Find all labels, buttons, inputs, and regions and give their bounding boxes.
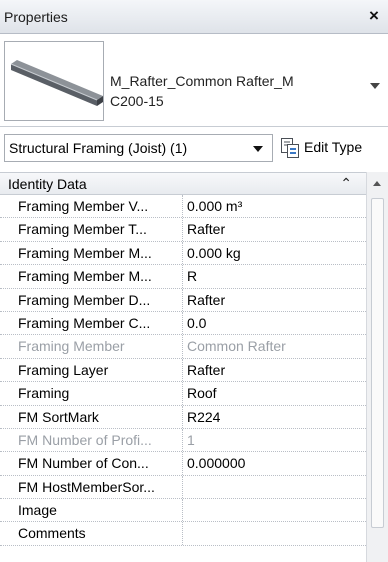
property-name: Framing Member D... <box>18 291 151 308</box>
column-divider <box>182 265 183 288</box>
edit-type-button[interactable]: Edit Type <box>276 134 384 162</box>
property-name: FM HostMemberSor... <box>18 478 155 495</box>
property-row[interactable]: Framing Roof <box>0 382 366 406</box>
property-rows: Framing Member V... 0.000 m³ Framing Membe… <box>0 195 366 546</box>
column-divider <box>182 428 183 452</box>
property-name: FM Number of Con... <box>18 455 149 472</box>
property-row[interactable]: Framing Member D... Rafter <box>0 288 366 312</box>
property-value[interactable]: Common Rafter <box>187 338 362 354</box>
column-divider <box>182 452 183 475</box>
property-name: Framing <box>18 385 70 402</box>
property-row[interactable]: Framing Member C... 0.0 <box>0 311 366 336</box>
property-row[interactable]: FM Number of Profi... 1 <box>0 428 366 453</box>
column-divider <box>182 195 183 218</box>
column-divider <box>182 522 183 545</box>
column-divider <box>182 358 183 382</box>
chevron-down-icon[interactable] <box>253 146 263 152</box>
property-value[interactable]: Rafter <box>187 292 362 308</box>
property-name: FM Number of Profi... <box>18 431 152 448</box>
chevron-down-icon[interactable] <box>370 83 380 89</box>
double-chevron-up-icon[interactable]: ⌃ <box>340 175 352 192</box>
property-value[interactable]: Rafter <box>187 221 362 237</box>
filter-row: Structural Framing (Joist) (1) Edit Type <box>0 128 388 170</box>
property-value[interactable]: R224 <box>187 409 362 425</box>
property-row[interactable]: Image <box>0 499 366 523</box>
property-name: Framing Layer <box>18 361 109 378</box>
property-name: Framing Member M... <box>18 244 152 261</box>
property-name: Framing Member M... <box>18 268 152 285</box>
group-label: Identity Data <box>8 176 87 192</box>
property-row[interactable]: FM Number of Con... 0.000000 <box>0 452 366 476</box>
column-divider <box>182 288 183 311</box>
type-name-line1: M_Rafter_Common Rafter_M <box>110 73 294 89</box>
edit-type-label: Edit Type <box>304 139 363 155</box>
property-row[interactable]: Framing Member Common Rafter <box>0 335 366 359</box>
property-row[interactable]: FM HostMemberSor... <box>0 475 366 500</box>
column-divider <box>182 405 183 428</box>
property-value[interactable]: 0.000 m³ <box>187 198 362 214</box>
property-row[interactable]: Framing Layer Rafter <box>0 358 366 383</box>
property-name: Comments <box>18 525 86 542</box>
property-value[interactable]: 0.000 kg <box>187 245 362 261</box>
property-value[interactable]: 1 <box>187 432 362 448</box>
close-icon[interactable]: × <box>364 6 384 26</box>
vertical-scrollbar[interactable] <box>366 172 388 562</box>
property-value[interactable]: 0.0 <box>187 315 362 331</box>
scrollbar-thumb[interactable] <box>371 198 384 528</box>
property-row[interactable]: Framing Member T... Rafter <box>0 218 366 242</box>
property-row[interactable]: Comments <box>0 522 366 546</box>
property-name: Framing Member <box>18 338 125 355</box>
steel-beam-icon <box>4 41 104 121</box>
property-value[interactable]: Rafter <box>187 362 362 378</box>
property-value[interactable]: 0.000000 <box>187 455 362 471</box>
property-name: Framing Member V... <box>18 198 149 214</box>
property-value[interactable]: R <box>187 268 362 284</box>
edit-type-icon <box>280 137 300 162</box>
column-divider <box>182 335 183 358</box>
properties-titlebar: Properties × <box>0 0 388 34</box>
selection-filter-value: Structural Framing (Joist) (1) <box>9 140 188 156</box>
property-row[interactable]: Framing Member M... 0.000 kg <box>0 241 366 266</box>
property-row[interactable]: Framing Member M... R <box>0 265 366 289</box>
properties-grid: Identity Data ⌃ Framing Member V... 0.000… <box>0 172 366 562</box>
column-divider <box>182 499 183 522</box>
type-selector[interactable]: M_Rafter_Common Rafter_M C200-15 <box>0 35 388 127</box>
property-value[interactable]: Roof <box>187 385 362 401</box>
column-divider <box>182 218 183 241</box>
selection-filter-dropdown[interactable]: Structural Framing (Joist) (1) <box>4 134 273 162</box>
property-name: Image <box>18 502 57 519</box>
scroll-up-arrow-icon[interactable] <box>373 181 381 186</box>
column-divider <box>182 382 183 405</box>
column-divider <box>182 311 183 335</box>
column-divider <box>182 241 183 265</box>
property-row[interactable]: Framing Member V... 0.000 m³ <box>0 195 366 219</box>
property-name: Framing Member T... <box>18 221 147 238</box>
type-name: M_Rafter_Common Rafter_M C200-15 <box>110 71 340 111</box>
group-identity-data[interactable]: Identity Data ⌃ <box>0 173 366 195</box>
panel-title: Properties <box>4 9 68 25</box>
property-row[interactable]: FM SortMark R224 <box>0 405 366 429</box>
type-name-line2: C200-15 <box>110 93 164 109</box>
property-name: FM SortMark <box>18 408 99 425</box>
property-name: Framing Member C... <box>18 314 151 331</box>
column-divider <box>182 475 183 499</box>
